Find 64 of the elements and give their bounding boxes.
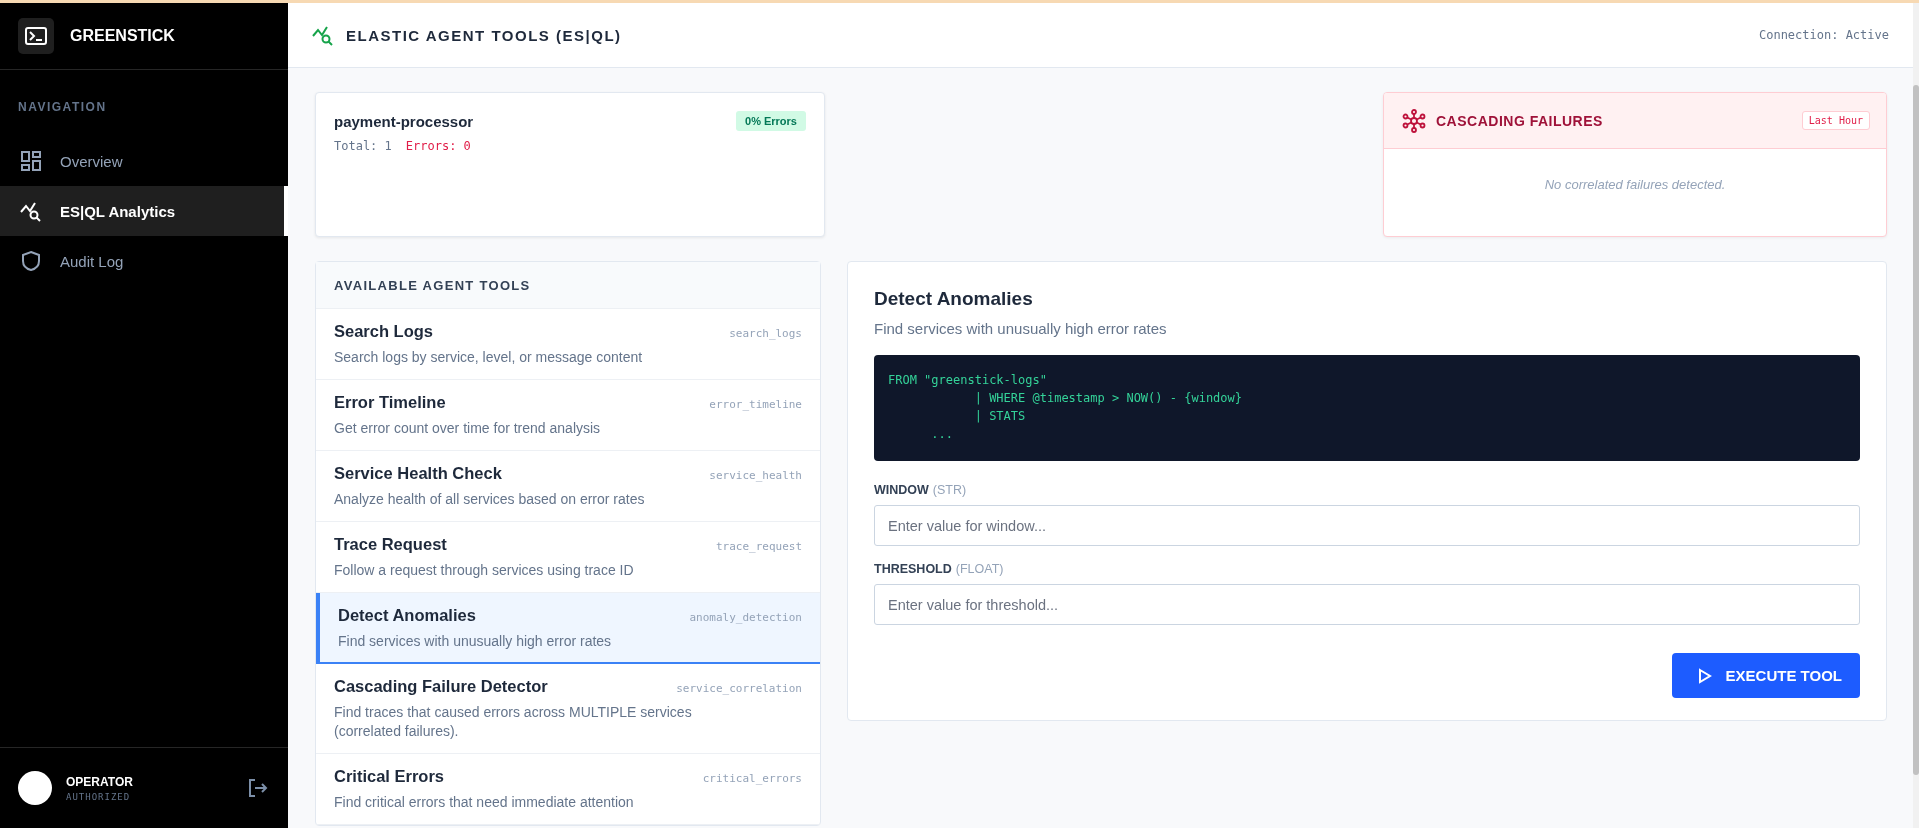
tool-id: search_logs <box>729 327 802 340</box>
tool-name: Service Health Check <box>334 463 502 483</box>
input-field[interactable]: Enter value for threshold... <box>874 584 1860 625</box>
tool-description: Search logs by service, level, or message content <box>334 348 644 367</box>
field-type: (FLOAT) <box>955 562 1004 576</box>
empty-message: No correlated failures detected. <box>1544 177 1726 192</box>
error-count: Errors: 0 <box>405 139 471 153</box>
page-title: ELASTIC AGENT TOOLS (ES|QL) <box>346 26 622 44</box>
tool-name: Cascading Failure Detector <box>334 677 548 697</box>
input-field[interactable]: Enter value for window... <box>874 505 1860 546</box>
tool-name: Detect Anomalies <box>338 605 476 625</box>
service-name: payment-processor <box>334 112 474 130</box>
user-name: OPERATOR <box>66 774 134 789</box>
nav-section-title: NAVIGATION <box>17 99 108 116</box>
terminal-logo-icon <box>18 18 54 54</box>
tool-description: Get error count over time for trend analysis <box>334 418 602 438</box>
tool-list-item[interactable]: Cascading Failure Detector service_correlation Find traces that caused errors across MULTIPLE services (correlated failures). <box>316 664 820 755</box>
tool-id: critical_errors <box>702 772 802 786</box>
tool-id: error_timeline <box>709 397 802 411</box>
connection-status: Connection: Active <box>1758 28 1889 42</box>
tool-description: Analyze health of all services based on error rates <box>334 489 646 509</box>
tool-description: Find traces that caused errors across MULTIPLE services (correlated failures). <box>334 703 693 742</box>
tool-list-item[interactable]: Detect Anomalies anomaly_detection Find services with unusually high error rates <box>316 592 820 665</box>
tool-description: Find critical errors that need immediate attention <box>334 793 635 813</box>
field-label: THRESHOLD <box>874 562 952 576</box>
query-code-block: FROM "greenstick-logs" | WHERE @timestamp > NOW() - {window} | STATS ... <box>874 355 1860 461</box>
play-icon <box>1697 667 1712 684</box>
tool-id: anomaly_detection <box>689 610 802 624</box>
tool-name: Trace Request <box>334 534 447 554</box>
chart-search-icon <box>312 24 334 46</box>
cascading-failures-title: CASCADING FAILURES <box>1436 112 1603 129</box>
time-range-badge: Last Hour <box>1801 111 1870 130</box>
nav-item[interactable]: Overview <box>0 136 288 186</box>
tool-name: Search Logs <box>334 322 434 341</box>
network-icon <box>1402 108 1426 133</box>
avatar <box>18 771 52 805</box>
tool-list-item[interactable]: Critical Errors critical_errors Find critical errors that need immediate attention <box>316 754 820 826</box>
nav-item[interactable]: ES|QL Analytics <box>0 186 288 236</box>
grid-icon <box>20 150 42 172</box>
error-rate-badge: 0% Errors <box>736 111 806 131</box>
tool-list-item[interactable]: Trace Request trace_request Follow a request through services using trace ID <box>316 521 820 593</box>
brand-name: GREENSTICK <box>70 27 175 45</box>
tool-description: Follow a request through services using trace ID <box>334 560 635 580</box>
tool-id: service_correlation <box>676 682 802 696</box>
tool-title: Detect Anomalies <box>874 288 1033 310</box>
tool-list-item[interactable]: Error Timeline error_timeline Get error count over time for trend analysis <box>316 379 820 451</box>
tool-list-item[interactable]: Service Health Check service_health Analyze health of all services based on error rates <box>316 450 820 522</box>
tool-id: service_health <box>709 468 802 482</box>
tool-description: Find services with unusually high error rates <box>874 320 1167 337</box>
user-role: AUTHORIZED <box>66 791 132 802</box>
tool-name: Critical Errors <box>334 767 445 787</box>
shield-icon <box>20 250 42 272</box>
tool-list-item[interactable]: Search Logs search_logs Search logs by service, level, or message content <box>316 309 820 380</box>
logout-icon[interactable] <box>246 777 268 799</box>
tools-panel-title: AVAILABLE AGENT TOOLS <box>334 277 531 293</box>
chart-search-icon <box>20 200 42 222</box>
tool-description: Find services with unusually high error rates <box>338 631 613 651</box>
nav-item[interactable]: Audit Log <box>0 236 288 286</box>
total-count: Total: 1 <box>334 139 392 153</box>
tool-id: trace_request <box>715 539 802 553</box>
execute-button[interactable]: EXECUTE TOOL <box>1671 653 1860 698</box>
field-label: WINDOW <box>874 483 929 497</box>
field-type: (STR) <box>932 483 967 497</box>
tool-name: Error Timeline <box>334 392 446 412</box>
